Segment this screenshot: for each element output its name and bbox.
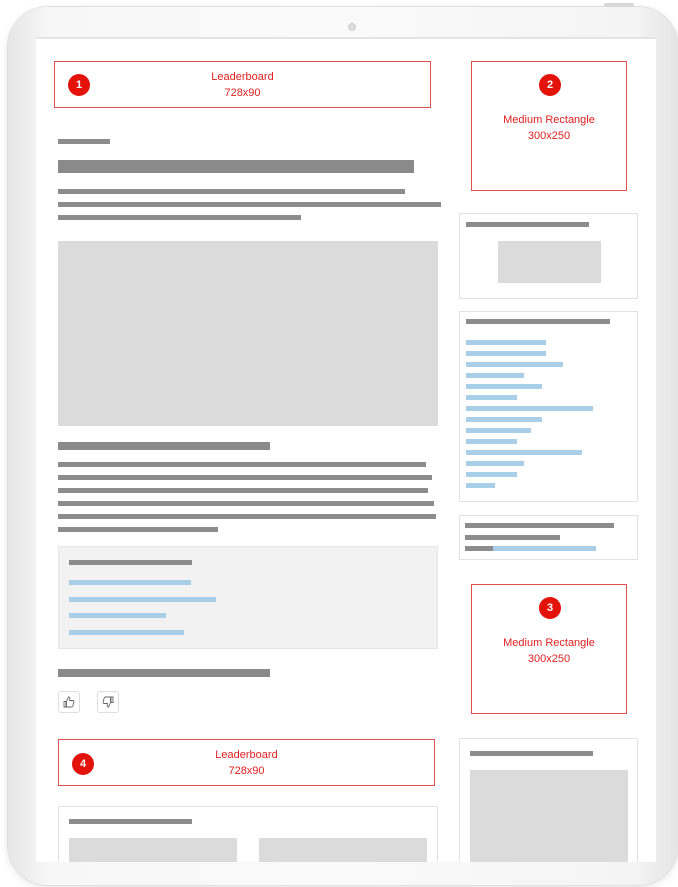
related-link[interactable] bbox=[69, 580, 191, 585]
article-headline bbox=[58, 160, 414, 173]
ad-slot-leaderboard-bottom[interactable]: 4 Leaderboard 728x90 bbox=[58, 739, 435, 786]
related-link[interactable] bbox=[69, 630, 184, 635]
ad-slot-leaderboard-top[interactable]: 1 Leaderboard 728x90 bbox=[54, 61, 431, 108]
widget-title bbox=[466, 222, 589, 227]
thumbs-down-icon bbox=[102, 696, 114, 708]
ad-name: Medium Rectangle bbox=[503, 637, 595, 649]
widget-link[interactable] bbox=[466, 340, 546, 345]
ad-slot-medium-rectangle-top[interactable]: 2 Medium Rectangle 300x250 bbox=[471, 61, 627, 191]
related-links-box bbox=[58, 546, 438, 649]
webpage-screen: 1 Leaderboard 728x90 2 Medium Rectangle … bbox=[36, 37, 656, 862]
widget-image[interactable] bbox=[498, 241, 601, 283]
article-intro-line bbox=[58, 202, 441, 207]
related-links-title bbox=[69, 560, 192, 565]
widget-link[interactable] bbox=[466, 417, 542, 422]
article-subheading bbox=[58, 442, 270, 450]
ad-number-badge: 1 bbox=[68, 74, 90, 96]
ad-name: Medium Rectangle bbox=[503, 114, 595, 126]
camera-icon bbox=[348, 23, 356, 31]
sidebar-widget-text bbox=[459, 515, 638, 560]
widget-text-line bbox=[465, 523, 614, 528]
widget-title bbox=[470, 751, 593, 756]
recommended-content-card bbox=[58, 806, 438, 862]
article-body-line bbox=[58, 527, 218, 532]
widget-link[interactable] bbox=[466, 362, 563, 367]
thumbs-up-icon bbox=[63, 696, 75, 708]
article-intro-line bbox=[58, 215, 301, 220]
ad-number-badge: 4 bbox=[72, 753, 94, 775]
ad-size: 728x90 bbox=[228, 765, 265, 777]
article-body-line bbox=[58, 501, 434, 506]
sidebar-widget-links bbox=[459, 311, 638, 502]
ad-number-badge: 3 bbox=[539, 597, 561, 619]
ad-name: Leaderboard bbox=[211, 71, 274, 83]
feedback-question bbox=[58, 669, 270, 677]
related-link[interactable] bbox=[69, 597, 216, 602]
widget-text-link[interactable] bbox=[493, 546, 596, 551]
widget-link[interactable] bbox=[466, 395, 517, 400]
widget-image[interactable] bbox=[470, 770, 628, 862]
card-thumbnail[interactable] bbox=[69, 838, 237, 862]
ad-slot-medium-rectangle-middle[interactable]: 3 Medium Rectangle 300x250 bbox=[471, 584, 627, 714]
ad-size: 728x90 bbox=[224, 87, 261, 99]
article-body-line bbox=[58, 488, 428, 493]
article-body-line bbox=[58, 514, 436, 519]
widget-link[interactable] bbox=[466, 472, 517, 477]
ad-number-badge: 2 bbox=[539, 74, 561, 96]
article-intro-line bbox=[58, 189, 405, 194]
ad-name: Leaderboard bbox=[215, 749, 278, 761]
article-hero-image bbox=[58, 241, 438, 426]
sidebar-widget-bottom bbox=[459, 738, 638, 862]
widget-title bbox=[466, 319, 610, 324]
ad-size: 300x250 bbox=[527, 130, 571, 142]
widget-text-line bbox=[465, 546, 493, 551]
card-thumbnail[interactable] bbox=[259, 838, 427, 862]
related-link[interactable] bbox=[69, 613, 166, 618]
widget-link[interactable] bbox=[466, 461, 524, 466]
article-body-line bbox=[58, 475, 432, 480]
article-body-line bbox=[58, 462, 426, 467]
thumbs-up-button[interactable] bbox=[58, 691, 80, 713]
power-button bbox=[604, 3, 634, 7]
card-title bbox=[69, 819, 192, 824]
ad-size: 300x250 bbox=[527, 653, 571, 665]
widget-link[interactable] bbox=[466, 351, 546, 356]
widget-link[interactable] bbox=[466, 384, 542, 389]
sidebar-widget-image bbox=[459, 213, 638, 299]
widget-link[interactable] bbox=[466, 406, 593, 411]
widget-link[interactable] bbox=[466, 439, 517, 444]
widget-link[interactable] bbox=[466, 373, 524, 378]
article-category bbox=[58, 139, 110, 144]
thumbs-down-button[interactable] bbox=[97, 691, 119, 713]
widget-text-line bbox=[465, 535, 560, 540]
widget-link[interactable] bbox=[466, 483, 495, 488]
widget-link[interactable] bbox=[466, 428, 531, 433]
widget-link[interactable] bbox=[466, 450, 582, 455]
